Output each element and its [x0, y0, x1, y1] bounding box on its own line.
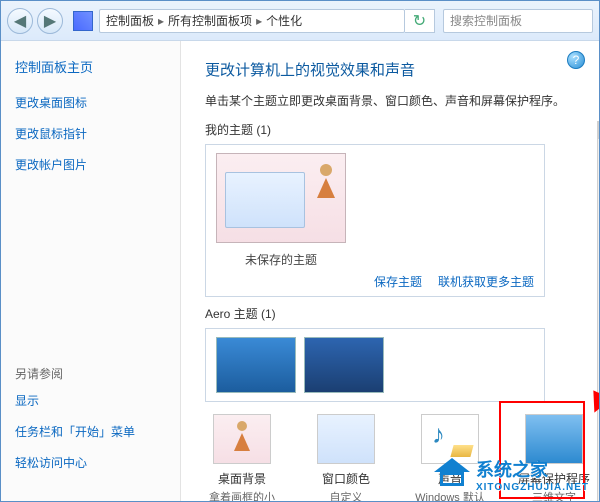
option-sub: 自定义	[330, 489, 363, 501]
sidebar-link-desktop-icons[interactable]: 更改桌面图标	[15, 94, 166, 111]
help-icon[interactable]: ?	[567, 51, 585, 69]
option-desktop-background[interactable]: 桌面背景 拿着画框的小女孩win7	[205, 414, 279, 501]
option-label: 桌面背景	[218, 470, 266, 487]
watermark-name: 系统之家	[476, 460, 548, 480]
titlebar: ◀ ▶ 控制面板 ▸ 所有控制面板项 ▸ 个性化 ↻ 搜索控制面板	[1, 1, 599, 41]
scroll-track[interactable]	[598, 139, 599, 501]
option-sub: 拿着画框的小女孩win7	[205, 489, 279, 501]
desktop-background-icon	[213, 414, 271, 464]
option-window-color[interactable]: 窗口颜色 自定义	[309, 414, 383, 501]
my-themes-box: 未保存的主题 保存主题 联机获取更多主题	[205, 144, 545, 297]
vertical-scrollbar[interactable]: ▲ ▼	[597, 121, 599, 501]
body: 控制面板主页 更改桌面图标 更改鼠标指针 更改帐户图片 另请参阅 显示 任务栏和…	[1, 41, 599, 501]
search-input[interactable]: 搜索控制面板	[443, 9, 593, 33]
watermark: 系统之家 XITONGZHUJIA.NET	[434, 456, 589, 493]
see-also-label: 另请参阅	[15, 365, 166, 382]
save-theme-link[interactable]: 保存主题	[374, 273, 422, 290]
aero-theme-thumbnail[interactable]	[304, 337, 384, 393]
breadcrumb-item[interactable]: 所有控制面板项	[168, 12, 252, 29]
content: ? 更改计算机上的视觉效果和声音 单击某个主题立即更改桌面背景、窗口颜色、声音和…	[181, 41, 599, 501]
aero-theme-thumbnail[interactable]	[216, 337, 296, 393]
theme-thumbnail[interactable]	[216, 153, 346, 243]
breadcrumb-item[interactable]: 控制面板	[106, 12, 154, 29]
see-also-display[interactable]: 显示	[15, 392, 166, 409]
breadcrumb-sep: ▸	[252, 14, 266, 28]
breadcrumb-item[interactable]: 个性化	[266, 12, 302, 29]
breadcrumb-sep: ▸	[154, 14, 168, 28]
breadcrumb[interactable]: 控制面板 ▸ 所有控制面板项 ▸ 个性化	[99, 9, 405, 33]
option-label: 窗口颜色	[322, 470, 370, 487]
window: ◀ ▶ 控制面板 ▸ 所有控制面板项 ▸ 个性化 ↻ 搜索控制面板 控制面板主页…	[0, 0, 600, 502]
search-placeholder: 搜索控制面板	[450, 12, 522, 29]
page-subtitle: 单击某个主题立即更改桌面背景、窗口颜色、声音和屏幕保护程序。	[205, 92, 587, 109]
theme-preview-figure	[317, 164, 335, 198]
refresh-button[interactable]: ↻	[405, 9, 435, 33]
app-icon	[73, 11, 93, 31]
scroll-up-button[interactable]: ▲	[598, 121, 599, 139]
page-title: 更改计算机上的视觉效果和声音	[205, 59, 587, 80]
sidebar: 控制面板主页 更改桌面图标 更改鼠标指针 更改帐户图片 另请参阅 显示 任务栏和…	[1, 41, 181, 501]
my-themes-label: 我的主题 (1)	[205, 121, 591, 138]
theme-name: 未保存的主题	[216, 251, 346, 268]
see-also-ease-of-access[interactable]: 轻松访问中心	[15, 454, 166, 471]
sidebar-link-mouse-pointers[interactable]: 更改鼠标指针	[15, 125, 166, 142]
back-button[interactable]: ◀	[7, 8, 33, 34]
forward-button[interactable]: ▶	[37, 8, 63, 34]
sidebar-link-account-picture[interactable]: 更改帐户图片	[15, 156, 166, 173]
theme-preview-window	[225, 172, 305, 228]
sidebar-home-link[interactable]: 控制面板主页	[15, 57, 166, 76]
see-also-taskbar[interactable]: 任务栏和「开始」菜单	[15, 423, 166, 440]
window-color-icon	[317, 414, 375, 464]
watermark-logo-icon	[434, 462, 470, 488]
watermark-url: XITONGZHUJIA.NET	[476, 482, 589, 493]
more-themes-link[interactable]: 联机获取更多主题	[438, 273, 534, 290]
aero-themes-box	[205, 328, 545, 402]
aero-themes-label: Aero 主题 (1)	[205, 305, 591, 322]
